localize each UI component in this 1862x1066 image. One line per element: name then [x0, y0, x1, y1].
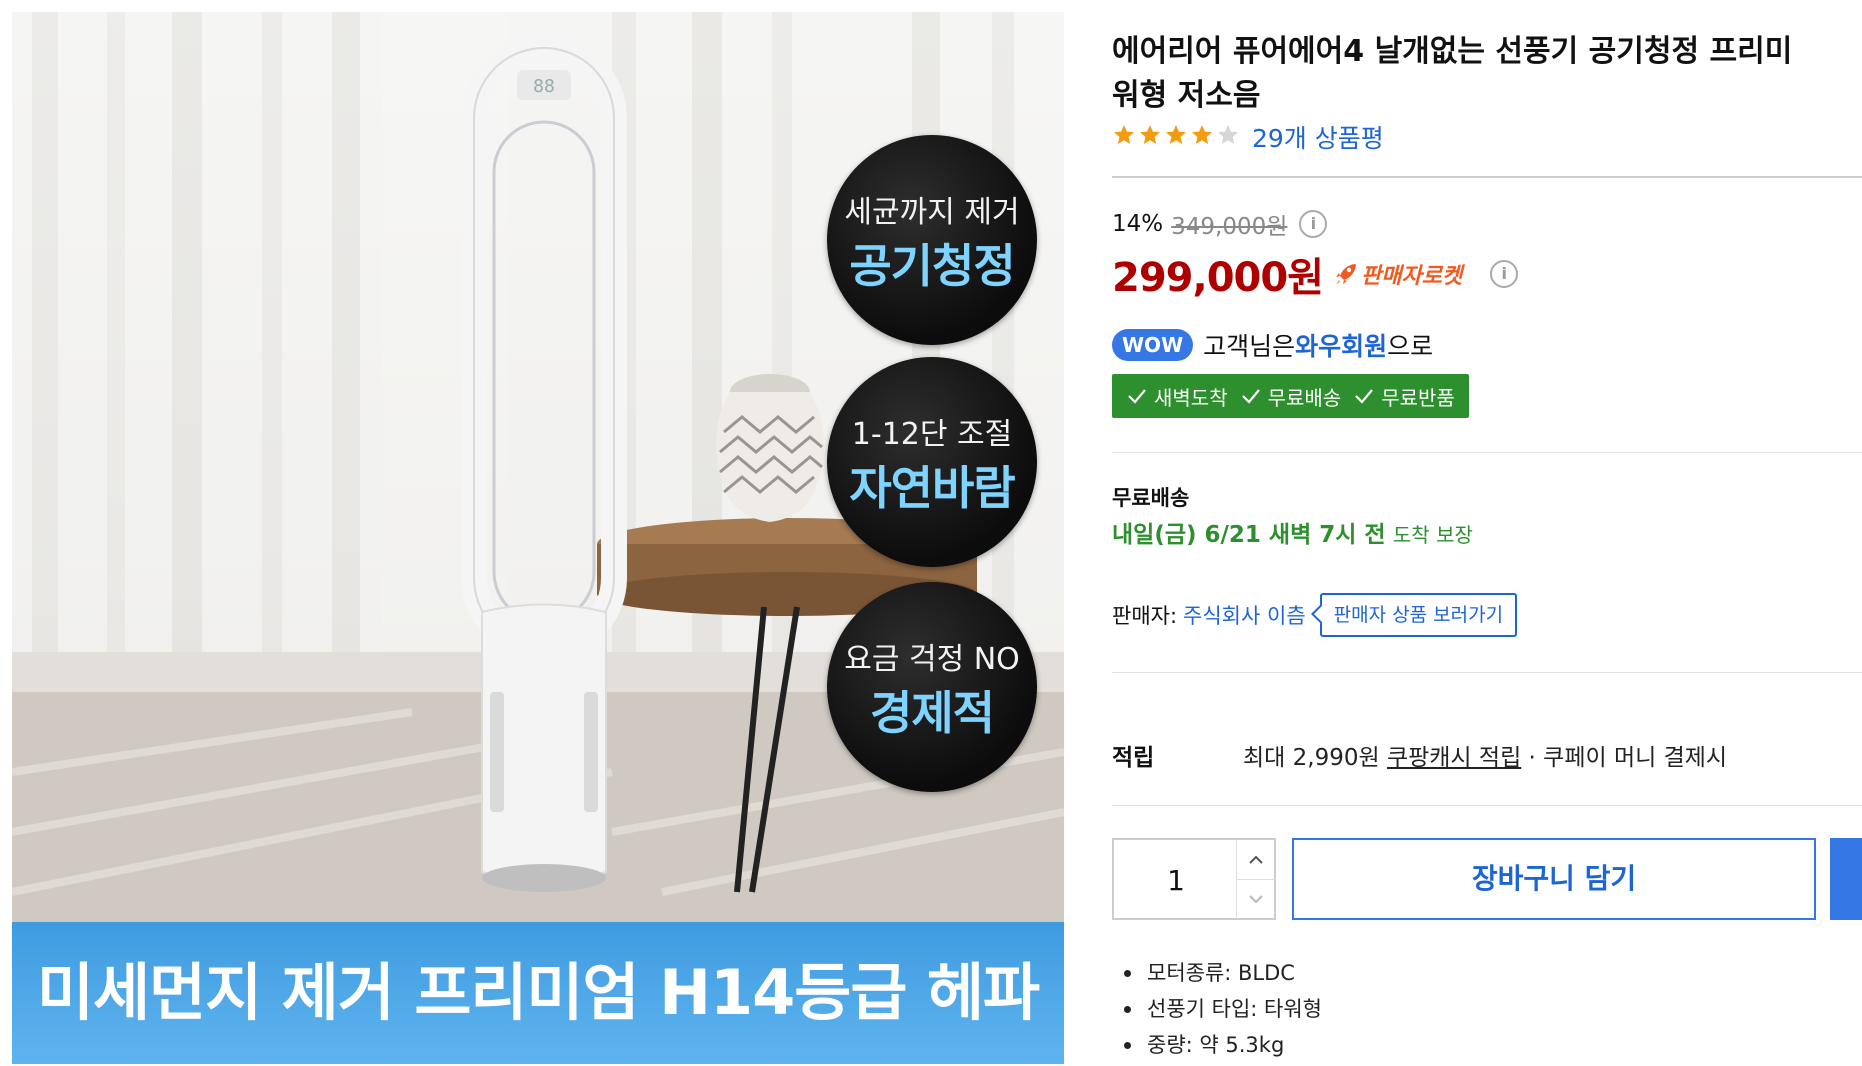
benefit-item: 무료반품: [1353, 382, 1455, 411]
check-icon: [1355, 389, 1374, 404]
divider: [1112, 805, 1862, 806]
wow-badge: WOW: [1112, 329, 1194, 361]
rocket-icon: [1336, 264, 1356, 284]
divider: [1112, 176, 1862, 178]
feature-bubble-title: 자연바람: [849, 461, 1015, 515]
feature-bubble-natural-wind: 1-12단 조절 자연바람: [827, 357, 1037, 567]
shipping-date-row: 내일(금) 6/21 새벽 7시 전 도착 보장: [1112, 515, 1473, 549]
points-text: 최대 2,990원 쿠팡캐시 적립 · 쿠페이 머니 결제시: [1243, 738, 1727, 772]
star-filled-icon: [1166, 125, 1186, 144]
benefit-label: 무료반품: [1381, 385, 1455, 410]
feature-bubble-title: 공기청정: [849, 239, 1015, 293]
spec-text: 모터종류: BLDC: [1147, 961, 1295, 985]
check-icon: [1241, 389, 1260, 404]
svg-text:88: 88: [533, 76, 555, 97]
rating-stars[interactable]: [1112, 123, 1242, 151]
spec-list: 모터종류: BLDC 선풍기 타입: 타워형 중량: 약 5.3kg: [1120, 955, 1322, 1063]
star-filled-icon: [1114, 125, 1134, 144]
buy-now-button[interactable]: [1830, 838, 1862, 920]
membership-row: WOW 고객님은 와우회원 으로: [1112, 327, 1433, 363]
product-title-line: 워형 저소음: [1112, 78, 1261, 113]
feature-bubble-title: 경제적: [870, 686, 995, 740]
membership-highlight: 와우회원: [1295, 332, 1388, 361]
benefit-item: 무료배송: [1240, 382, 1342, 411]
product-title: 에어리어 퓨어에어4 날개없는 선풍기 공기청정 프리미 워형 저소음: [1112, 30, 1862, 118]
divider: [1112, 452, 1862, 453]
quantity-input[interactable]: [1114, 840, 1238, 920]
quantity-stepper: [1112, 838, 1276, 920]
info-icon[interactable]: i: [1490, 260, 1519, 288]
discount-percent: 14%: [1112, 211, 1164, 237]
star-filled-icon: [1140, 125, 1160, 144]
spec-text: 선풍기 타입: 타워형: [1147, 997, 1322, 1021]
membership-text: 고객님은: [1203, 332, 1296, 361]
feature-bubble-subtitle: 요금 걱정 NO: [844, 642, 1020, 677]
points-amount: 최대 2,990원: [1243, 745, 1387, 771]
spec-item: 모터종류: BLDC: [1120, 955, 1322, 991]
points-label: 적립: [1112, 745, 1155, 771]
spec-text: 중량: 약 5.3kg: [1147, 1033, 1285, 1057]
benefit-item: 새벽도착: [1126, 382, 1228, 411]
star-empty-icon: [1218, 125, 1238, 144]
feature-bubble-air-purify: 세균까지 제거 공기청정: [827, 135, 1037, 345]
seller-products-button[interactable]: 판매자 상품 보러가기: [1319, 593, 1518, 637]
spec-item: 중량: 약 5.3kg: [1120, 1027, 1322, 1063]
shipping-label: 무료배송: [1112, 486, 1190, 510]
shipping-date: 내일(금) 6/21 새벽 7시 전: [1112, 522, 1386, 548]
feature-bubble-subtitle: 1-12단 조절: [851, 417, 1013, 452]
quantity-increase-button[interactable]: [1236, 840, 1275, 880]
discount-row: 14% 349,000원 i: [1112, 207, 1328, 241]
divider: [1112, 672, 1862, 673]
image-banner: 미세먼지 제거 프리미엄 H14등급 헤파필터: [12, 922, 1064, 1064]
rating-row: 29개 상품평: [1112, 120, 1384, 154]
feature-bubble-subtitle: 세균까지 제거: [844, 195, 1020, 230]
quantity-decrease-button[interactable]: [1236, 879, 1275, 918]
spec-item: 선풍기 타입: 타워형: [1120, 991, 1322, 1027]
bullet: [1124, 969, 1131, 977]
add-to-cart-button[interactable]: 장바구니 담기: [1292, 838, 1816, 920]
sale-price: 299,000원: [1112, 255, 1324, 301]
seller-rocket-label: 판매자로켓: [1361, 264, 1463, 289]
benefit-label: 새벽도착: [1154, 385, 1228, 410]
original-price: 349,000원: [1171, 214, 1288, 240]
benefit-badges: 새벽도착 무료배송 무료반품: [1112, 374, 1469, 418]
seller-row: 판매자: 주식회사 이츰 판매자 상품 보러가기: [1112, 593, 1518, 637]
bullet: [1124, 1041, 1131, 1049]
membership-text: 으로: [1387, 332, 1434, 361]
chevron-up-icon: [1249, 855, 1263, 864]
check-icon: [1128, 389, 1146, 404]
bullet: [1124, 1005, 1131, 1013]
product-image[interactable]: 88 세균까지 제거 공기청정 1-12단 조절 자연바람 요금 걱정 NO 경…: [12, 12, 1064, 1064]
product-title-line: 에어리어 퓨어에어4 날개없는 선풍기 공기청정 프리미: [1112, 34, 1793, 69]
chevron-down-icon: [1249, 894, 1263, 903]
star-filled-icon: [1192, 125, 1212, 144]
info-icon[interactable]: i: [1299, 210, 1328, 238]
price-row: 299,000원 판매자로켓 i: [1112, 245, 1519, 303]
seller-name-link[interactable]: 주식회사 이츰: [1183, 600, 1306, 630]
benefit-label: 무료배송: [1267, 385, 1342, 410]
shipping-guarantee: 도착 보장: [1392, 523, 1473, 547]
seller-label: 판매자:: [1112, 604, 1178, 628]
feature-bubble-economic: 요금 걱정 NO 경제적: [827, 582, 1037, 792]
review-count-link[interactable]: 29개 상품평: [1252, 119, 1384, 155]
points-condition: · 쿠페이 머니 결제시: [1521, 745, 1728, 771]
coupang-cash-link[interactable]: 쿠팡캐시 적립: [1387, 745, 1521, 771]
